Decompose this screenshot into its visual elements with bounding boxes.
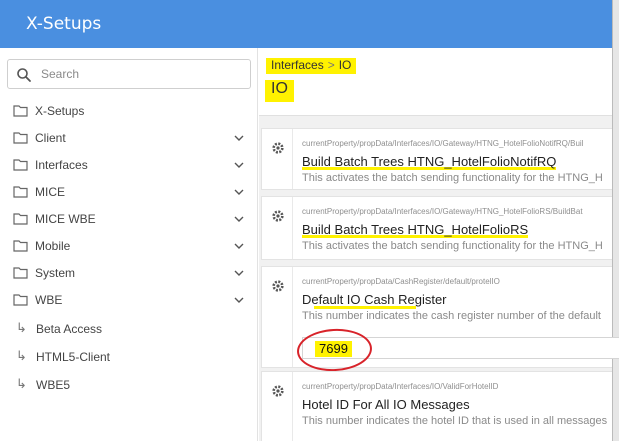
setting-name: Build Batch Trees HTNG_HotelFolioNotifRQ	[302, 154, 557, 171]
sidebar-item-label: System	[35, 266, 76, 280]
folder-icon	[13, 105, 28, 117]
setting-name: Build Batch Trees HTNG_HotelFolioRS	[302, 222, 529, 239]
sidebar-item-system[interactable]: System	[0, 260, 258, 286]
card-gutter	[262, 129, 293, 189]
breadcrumb-link-interfaces[interactable]: Interfaces	[271, 58, 324, 72]
sidebar-item-label: X-Setups	[35, 104, 85, 118]
chevron-down-icon[interactable]	[233, 186, 245, 198]
setting-path: currentProperty/propData/Interfaces/IO/G…	[302, 139, 584, 148]
setting-card: currentProperty/propData/Interfaces/IO/G…	[261, 128, 612, 190]
sidebar-item-label: MICE WBE	[35, 212, 96, 226]
sidebar-item-beta-access[interactable]: ↳ Beta Access	[0, 316, 258, 342]
card-gutter	[262, 267, 293, 367]
sidebar-item-label: Mobile	[35, 239, 71, 253]
sidebar: Search X-Setups Client Interfaces MICE M…	[0, 48, 258, 441]
gear-icon[interactable]	[271, 209, 285, 223]
sidebar-item-label: Client	[35, 131, 66, 145]
sidebar-item-client[interactable]: Client	[0, 125, 258, 151]
sub-item-arrow-icon: ↳	[16, 376, 27, 391]
setting-description: This number indicates the hotel ID that …	[302, 415, 608, 427]
card-gutter	[262, 197, 293, 259]
sidebar-item-label: Beta Access	[36, 322, 103, 336]
sidebar-item-wbe5[interactable]: ↳ WBE5	[0, 372, 258, 398]
page-title: IO	[265, 80, 294, 102]
chevron-down-icon[interactable]	[233, 294, 245, 306]
setting-path: currentProperty/propData/Interfaces/IO/G…	[302, 207, 583, 216]
chevron-down-icon[interactable]	[233, 132, 245, 144]
folder-icon	[13, 159, 28, 171]
gear-icon[interactable]	[271, 279, 285, 293]
setting-description: This number indicates the cash register …	[302, 310, 601, 322]
sidebar-item-label: Interfaces	[35, 158, 88, 172]
setting-card: currentProperty/propData/Interfaces/IO/G…	[261, 196, 612, 260]
setting-name: Hotel ID For All IO Messages	[302, 397, 470, 412]
window-edge	[612, 0, 619, 441]
card-gutter	[262, 372, 293, 441]
page-header: Interfaces > IO IO	[259, 48, 612, 116]
app-header: X-Setups	[0, 0, 612, 48]
sidebar-item-mice-wbe[interactable]: MICE WBE	[0, 206, 258, 232]
setting-path: currentProperty/propData/CashRegister/de…	[302, 277, 500, 286]
folder-icon	[13, 240, 28, 252]
sidebar-item-label: WBE5	[36, 378, 71, 392]
setting-path: currentProperty/propData/Interfaces/IO/V…	[302, 382, 499, 391]
setting-card: currentProperty/propData/Interfaces/IO/V…	[261, 371, 612, 441]
setting-description: This activates the batch sending functio…	[302, 172, 603, 184]
sidebar-item-label: MICE	[35, 185, 65, 199]
annotation-circle	[295, 327, 374, 373]
sidebar-item-label: WBE	[35, 293, 63, 307]
sub-item-arrow-icon: ↳	[16, 348, 27, 363]
sidebar-item-mobile[interactable]: Mobile	[0, 233, 258, 259]
sidebar-item-wbe[interactable]: WBE	[0, 287, 258, 313]
breadcrumb-separator: >	[327, 58, 335, 72]
folder-icon	[13, 213, 28, 225]
setting-card: currentProperty/propData/CashRegister/de…	[261, 266, 619, 373]
app-title: X-Setups	[26, 14, 102, 34]
sidebar-item-interfaces[interactable]: Interfaces	[0, 152, 258, 178]
setting-name: Default IO Cash Register	[302, 292, 447, 307]
breadcrumb: Interfaces > IO	[266, 58, 357, 74]
sub-item-arrow-icon: ↳	[16, 320, 27, 335]
gear-icon[interactable]	[271, 384, 285, 398]
sidebar-item-html5-client[interactable]: ↳ HTML5-Client	[0, 344, 258, 370]
main-content: Interfaces > IO IO currentProperty/propDat…	[259, 48, 619, 441]
folder-icon	[13, 186, 28, 198]
setting-description: This activates the batch sending functio…	[302, 240, 603, 252]
folder-icon	[13, 294, 28, 306]
chevron-down-icon[interactable]	[233, 267, 245, 279]
folder-icon	[13, 267, 28, 279]
chevron-down-icon[interactable]	[233, 213, 245, 225]
gear-icon[interactable]	[271, 141, 285, 155]
highlight-mark	[314, 306, 416, 309]
sidebar-item-mice[interactable]: MICE	[0, 179, 258, 205]
search-input[interactable]: Search	[7, 59, 251, 89]
search-placeholder: Search	[41, 67, 80, 81]
sidebar-item-label: HTML5-Client	[36, 350, 111, 364]
chevron-down-icon[interactable]	[233, 240, 245, 252]
folder-icon	[13, 132, 28, 144]
search-icon	[17, 68, 31, 82]
breadcrumb-current: IO	[338, 58, 352, 72]
sidebar-item-x-setups[interactable]: X-Setups	[0, 98, 258, 124]
chevron-down-icon[interactable]	[233, 159, 245, 171]
